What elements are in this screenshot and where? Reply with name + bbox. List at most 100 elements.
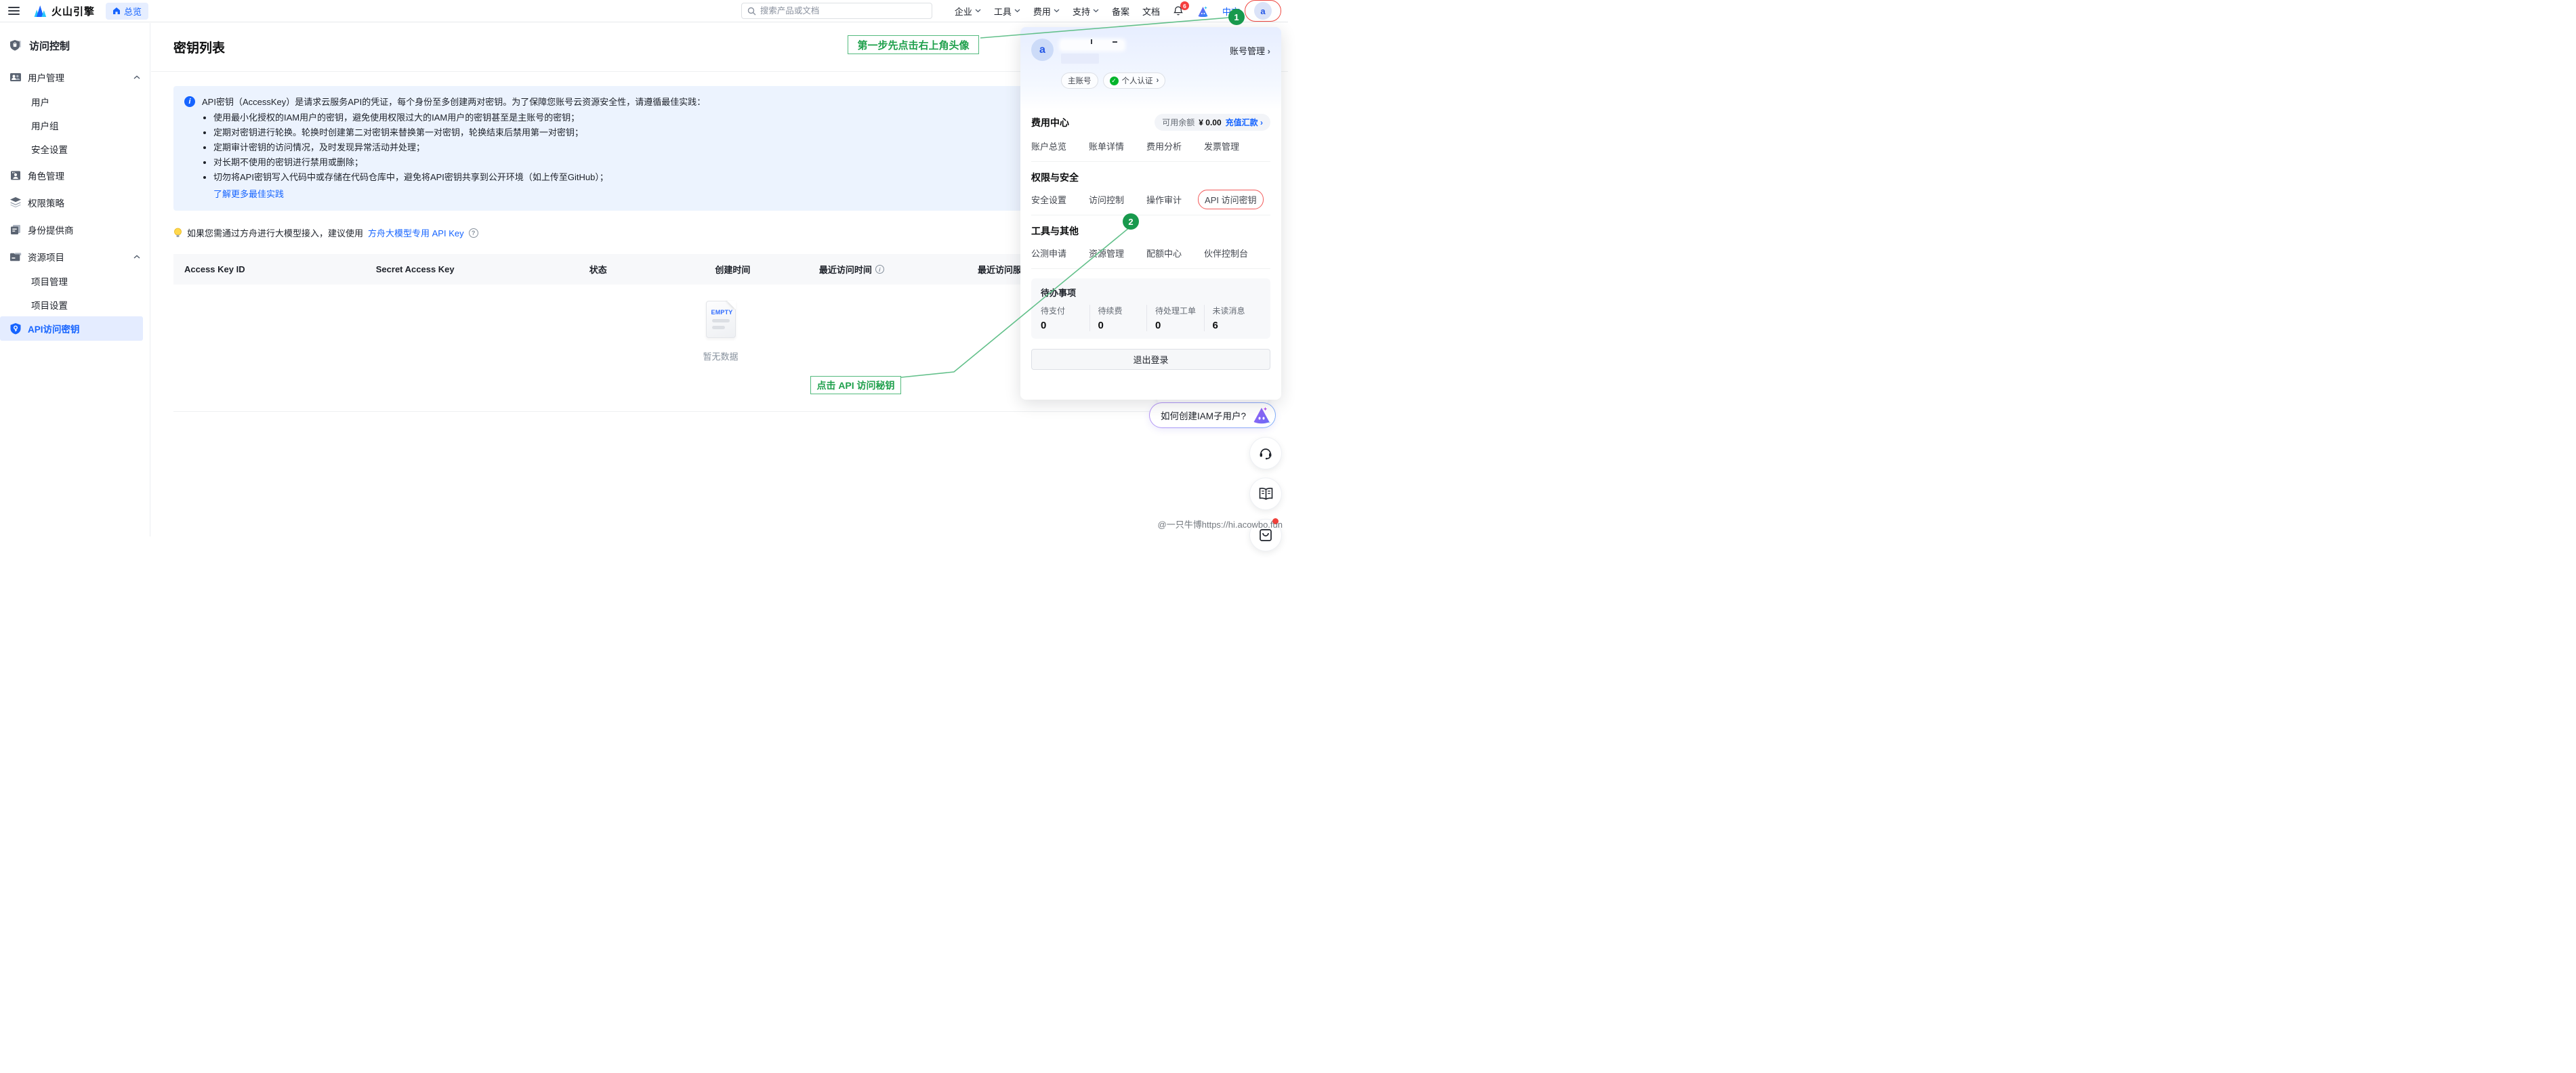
menu-tools[interactable]: 工具 bbox=[994, 5, 1020, 18]
empty-text: 暂无数据 bbox=[703, 350, 738, 362]
todo-unread-messages[interactable]: 未读消息 6 bbox=[1204, 305, 1262, 331]
link-bill-detail[interactable]: 账单详情 bbox=[1089, 140, 1124, 152]
sidebar-item-role-mgmt-label: 角色管理 bbox=[28, 169, 140, 182]
menu-support-label: 支持 bbox=[1073, 5, 1090, 18]
avatar-wrap: a bbox=[1254, 2, 1272, 20]
sidebar-group-resource-project[interactable]: 资源项目 bbox=[0, 245, 150, 269]
divider bbox=[1031, 268, 1270, 269]
search-input[interactable] bbox=[760, 6, 926, 16]
todo-value: 0 bbox=[1098, 320, 1147, 331]
customer-service-button[interactable] bbox=[1250, 438, 1281, 469]
account-manage-link[interactable]: 账号管理 › bbox=[1230, 39, 1270, 57]
personal-verified-badge[interactable]: ✓ 个人认证 › bbox=[1103, 72, 1166, 89]
chevron-right-icon: › bbox=[1268, 46, 1270, 56]
sidebar-item-idp[interactable]: 身份提供商 bbox=[0, 217, 150, 242]
sidebar-item-user[interactable]: 用户 bbox=[0, 89, 150, 113]
sidebar-item-project-settings[interactable]: 项目设置 bbox=[0, 293, 150, 316]
balance-label: 可用余额 bbox=[1162, 117, 1194, 128]
assistant-suggestion-bubble[interactable]: 如何创建IAM子用户? bbox=[1149, 402, 1276, 428]
layers-icon bbox=[9, 196, 22, 209]
topbar: 火山引擎 总览 企业 工具 费用 支持 备案 bbox=[0, 0, 1288, 22]
assistant-mascot-icon bbox=[1251, 406, 1272, 425]
menu-icp-label: 备案 bbox=[1112, 5, 1129, 18]
logout-button[interactable]: 退出登录 bbox=[1031, 349, 1270, 370]
hamburger-menu-icon[interactable] bbox=[8, 7, 20, 15]
todo-pending-tickets[interactable]: 待处理工单 0 bbox=[1146, 305, 1204, 331]
todo-label: 未读消息 bbox=[1213, 305, 1262, 316]
shield-lock-icon bbox=[9, 39, 23, 52]
link-beta-apply[interactable]: 公测申请 bbox=[1031, 247, 1066, 259]
tools-links: 公测申请 资源管理 配额中心 伙伴控制台 bbox=[1031, 247, 1270, 259]
ark-api-key-link[interactable]: 方舟大模型专用 API Key bbox=[368, 226, 464, 239]
documentation-button[interactable] bbox=[1250, 478, 1281, 509]
learn-more-link[interactable]: 了解更多最佳实践 bbox=[213, 187, 284, 202]
volcano-logo-icon bbox=[33, 5, 47, 17]
redacted-account-name bbox=[1061, 39, 1222, 64]
chevron-down-icon bbox=[975, 9, 981, 13]
sidebar-title-label: 访问控制 bbox=[29, 39, 70, 53]
link-cost-analysis[interactable]: 费用分析 bbox=[1146, 140, 1182, 152]
notifications-button[interactable]: 6 bbox=[1173, 5, 1184, 16]
security-links: 安全设置 访问控制 操作审计 API 访问密钥 bbox=[1031, 193, 1270, 206]
home-icon bbox=[112, 7, 121, 15]
help-icon[interactable]: ? bbox=[469, 228, 478, 238]
todo-box: 待办事项 待支付 0 待续费 0 待处理工单 0 未读消息 6 bbox=[1031, 278, 1270, 339]
watermark: @一只牛博https://hi.acowbo.fun bbox=[1158, 518, 1283, 530]
assistant-question[interactable]: 如何创建IAM子用户? bbox=[1161, 408, 1246, 422]
sidebar-item-role-mgmt[interactable]: 角色管理 bbox=[0, 163, 150, 188]
annotation-step1-number: 1 bbox=[1228, 9, 1245, 25]
menu-icp[interactable]: 备案 bbox=[1112, 5, 1129, 18]
chevron-right-icon: › bbox=[1157, 77, 1159, 85]
todo-label: 待支付 bbox=[1041, 305, 1089, 316]
divider bbox=[1031, 161, 1270, 162]
avatar[interactable]: a bbox=[1254, 2, 1272, 20]
sidebar-item-user-group[interactable]: 用户组 bbox=[0, 113, 150, 137]
overview-label: 总览 bbox=[124, 5, 142, 18]
lightbulb-icon bbox=[173, 228, 182, 238]
sidebar-item-policies[interactable]: 权限策略 bbox=[0, 190, 150, 215]
book-icon bbox=[1258, 487, 1274, 501]
assistant-mascot-icon[interactable] bbox=[1197, 5, 1209, 17]
todo-pending-renew[interactable]: 待续费 0 bbox=[1089, 305, 1147, 331]
link-api-access-key[interactable]: API 访问密钥 bbox=[1198, 190, 1264, 209]
sidebar-item-project-mgmt[interactable]: 项目管理 bbox=[0, 269, 150, 293]
link-partner-console[interactable]: 伙伴控制台 bbox=[1204, 247, 1248, 259]
link-account-overview[interactable]: 账户总览 bbox=[1031, 140, 1066, 152]
todo-value: 0 bbox=[1041, 320, 1089, 331]
annotation-step1-box: 第一步先点击右上角头像 bbox=[848, 35, 979, 54]
account-dropdown-panel: a 账号管理 › 主账号 ✓ 个人认证 › 费用中心 可用余额 ¥ 0.00 bbox=[1020, 27, 1281, 400]
link-quota-center[interactable]: 配额中心 bbox=[1146, 247, 1182, 259]
page-title: 密钥列表 bbox=[173, 38, 225, 56]
link-security-settings[interactable]: 安全设置 bbox=[1031, 193, 1066, 206]
search-box[interactable] bbox=[741, 3, 932, 19]
link-access-control[interactable]: 访问控制 bbox=[1089, 193, 1124, 206]
billing-links: 账户总览 账单详情 费用分析 发票管理 bbox=[1031, 140, 1270, 152]
overview-button[interactable]: 总览 bbox=[106, 3, 148, 20]
col-last-access-time-label: 最近访问时间 bbox=[819, 263, 872, 276]
notice-bullet: 使用最小化授权的IAM用户的密钥，避免使用权限过大的IAM用户的密钥甚至是主账号… bbox=[213, 110, 705, 125]
menu-docs[interactable]: 文档 bbox=[1142, 5, 1160, 18]
sidebar-group-user-mgmt-label: 用户管理 bbox=[28, 70, 127, 84]
sidebar-group-user-mgmt[interactable]: 用户管理 bbox=[0, 65, 150, 89]
col-created-at: 创建时间 bbox=[715, 263, 818, 276]
link-invoice-mgmt[interactable]: 发票管理 bbox=[1204, 140, 1239, 152]
link-audit[interactable]: 操作审计 bbox=[1146, 193, 1182, 206]
sidebar-item-api-key[interactable]: API访问密钥 bbox=[0, 316, 143, 341]
panel-hero-row: a 账号管理 › bbox=[1031, 39, 1270, 64]
menu-support[interactable]: 支持 bbox=[1073, 5, 1099, 18]
master-account-badge: 主账号 bbox=[1061, 72, 1098, 89]
sidebar-item-security-settings[interactable]: 安全设置 bbox=[0, 137, 150, 161]
menu-docs-label: 文档 bbox=[1142, 5, 1160, 18]
menu-billing-label: 费用 bbox=[1033, 5, 1051, 18]
todo-title: 待办事项 bbox=[1041, 286, 1261, 299]
todo-label: 待续费 bbox=[1098, 305, 1147, 316]
todo-pending-pay[interactable]: 待支付 0 bbox=[1041, 305, 1089, 331]
info-circle-icon[interactable]: i bbox=[875, 265, 884, 274]
menu-enterprise[interactable]: 企业 bbox=[955, 5, 981, 18]
brand-logo[interactable]: 火山引擎 bbox=[33, 4, 95, 18]
billing-title: 费用中心 bbox=[1031, 116, 1069, 129]
link-resource-mgmt[interactable]: 资源管理 bbox=[1089, 247, 1124, 259]
recharge-link[interactable]: 充值汇款 › bbox=[1226, 117, 1263, 128]
notice-bullet-list: 使用最小化授权的IAM用户的密钥，避免使用权限过大的IAM用户的密钥甚至是主账号… bbox=[202, 110, 705, 185]
menu-billing[interactable]: 费用 bbox=[1033, 5, 1060, 18]
